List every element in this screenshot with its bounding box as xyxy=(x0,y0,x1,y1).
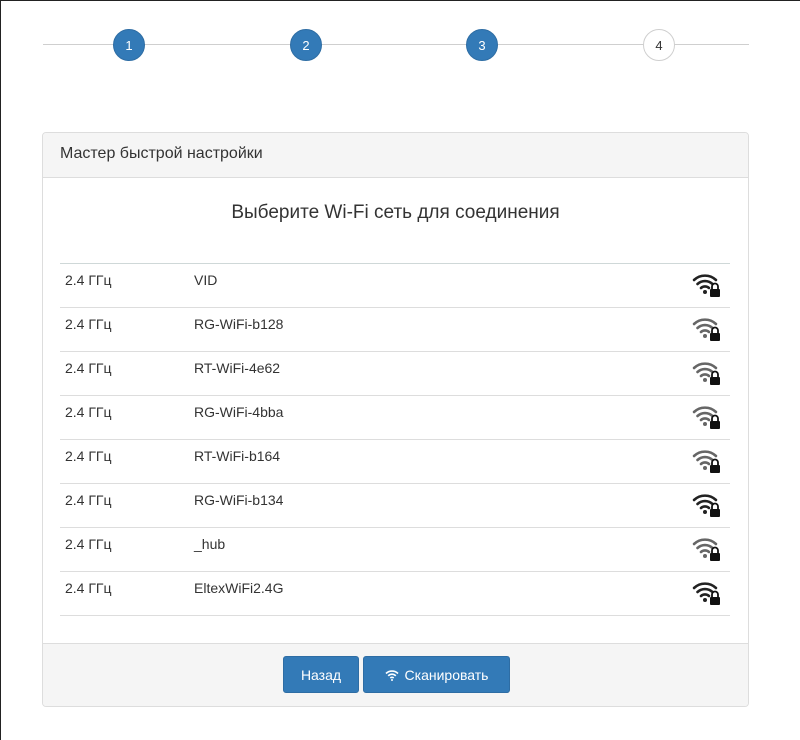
wifi-locked-icon xyxy=(692,362,720,385)
network-frequency: 2.4 ГГц xyxy=(65,272,112,288)
network-frequency: 2.4 ГГц xyxy=(65,492,112,508)
panel-footer: Назад Сканировать xyxy=(43,643,748,706)
network-ssid: _hub xyxy=(194,536,226,552)
network-row[interactable]: 2.4 ГГц EltexWiFi2.4G xyxy=(60,571,730,616)
network-ssid: RG-WiFi-b128 xyxy=(194,316,284,332)
network-ssid: VID xyxy=(194,272,218,288)
quick-setup-panel: Мастер быстрой настройки Выберите Wi-Fi … xyxy=(42,132,749,707)
window-frame-top xyxy=(0,0,800,1)
back-button[interactable]: Назад xyxy=(283,656,359,693)
network-ssid: RG-WiFi-b134 xyxy=(194,492,284,508)
scan-button-label: Сканировать xyxy=(404,666,489,683)
network-row[interactable]: 2.4 ГГц RT-WiFi-4e62 xyxy=(60,351,730,395)
network-frequency: 2.4 ГГц xyxy=(65,536,112,552)
step-2: 2 xyxy=(290,29,322,61)
wifi-locked-icon xyxy=(692,274,720,297)
step-3: 3 xyxy=(466,29,498,61)
wifi-icon xyxy=(384,669,399,681)
wifi-locked-icon xyxy=(692,494,720,517)
network-row[interactable]: 2.4 ГГц _hub xyxy=(60,527,730,571)
wifi-locked-icon xyxy=(692,406,720,429)
window-frame-left xyxy=(0,0,1,740)
wizard-title: Выберите Wi-Fi сеть для соединения xyxy=(231,202,560,223)
step-1: 1 xyxy=(113,29,145,61)
wifi-locked-icon xyxy=(692,582,720,605)
wizard-stepper: 1 2 3 4 xyxy=(43,25,749,67)
network-row[interactable]: 2.4 ГГц RG-WiFi-b134 xyxy=(60,483,730,527)
network-frequency: 2.4 ГГц xyxy=(65,360,112,376)
network-row[interactable]: 2.4 ГГц RG-WiFi-4bba xyxy=(60,395,730,439)
panel-heading: Мастер быстрой настройки xyxy=(43,133,748,178)
wifi-locked-icon xyxy=(692,318,720,341)
network-row[interactable]: 2.4 ГГц RG-WiFi-b128 xyxy=(60,307,730,351)
panel-body: Выберите Wi-Fi сеть для соединения 2.4 Г… xyxy=(43,178,748,644)
back-button-label: Назад xyxy=(300,666,342,683)
network-frequency: 2.4 ГГц xyxy=(65,580,112,596)
network-ssid: RT-WiFi-4e62 xyxy=(194,360,281,376)
network-ssid: EltexWiFi2.4G xyxy=(194,580,284,596)
network-ssid: RG-WiFi-4bba xyxy=(194,404,284,420)
network-list: 2.4 ГГц VID 2.4 ГГц RG-WiFi-b128 2.4 ГГц RT-W… xyxy=(60,263,730,616)
network-frequency: 2.4 ГГц xyxy=(65,316,112,332)
network-row[interactable]: 2.4 ГГц RT-WiFi-b164 xyxy=(60,439,730,483)
step-4: 4 xyxy=(643,29,675,61)
scan-button[interactable]: Сканировать xyxy=(363,656,510,693)
wifi-locked-icon xyxy=(692,538,720,561)
wifi-locked-icon xyxy=(692,450,720,473)
network-row[interactable]: 2.4 ГГц VID xyxy=(60,263,730,307)
network-frequency: 2.4 ГГц xyxy=(65,404,112,420)
network-ssid: RT-WiFi-b164 xyxy=(194,448,281,464)
network-frequency: 2.4 ГГц xyxy=(65,448,112,464)
